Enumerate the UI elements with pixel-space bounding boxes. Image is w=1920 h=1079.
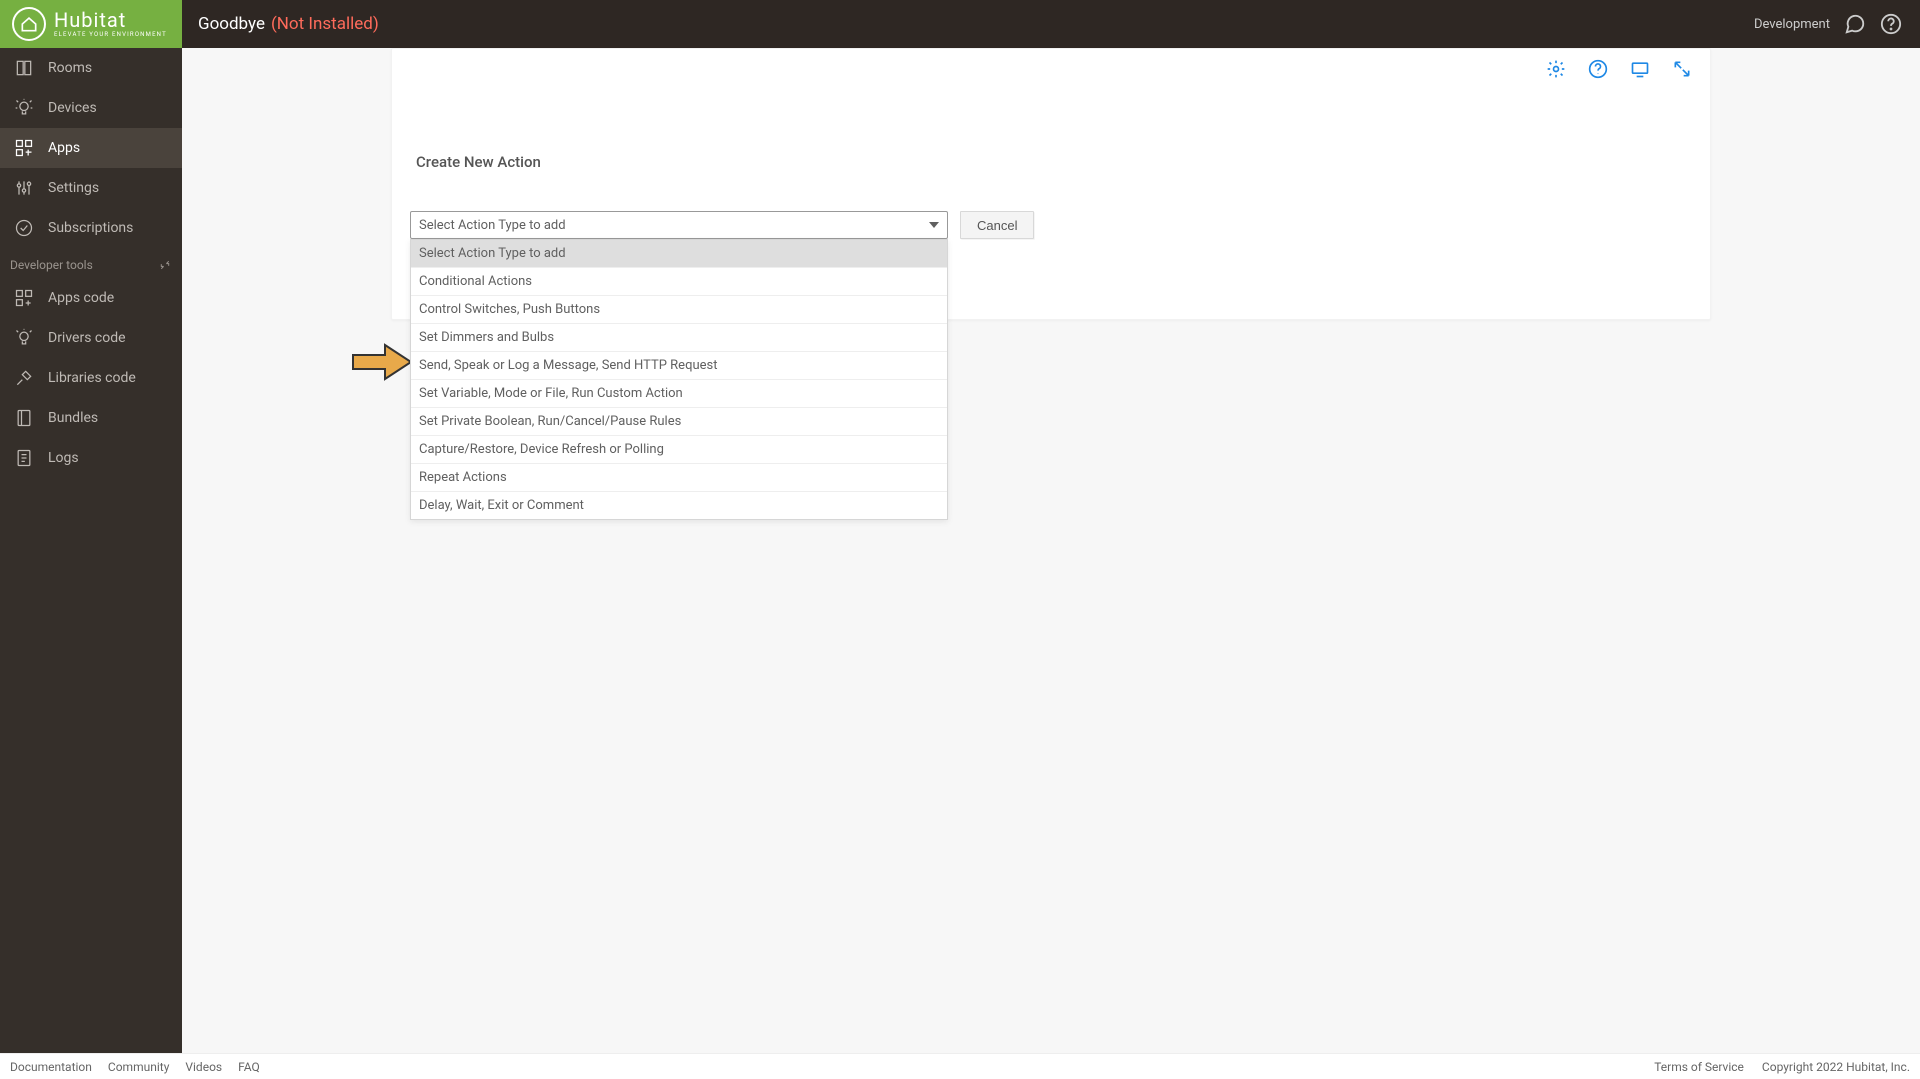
footer-link-community[interactable]: Community [108, 1060, 169, 1074]
expand-icon[interactable] [1672, 59, 1692, 83]
sidebar-item-drivers-code[interactable]: Drivers code [0, 318, 182, 358]
select-value: Select Action Type to add [419, 218, 566, 233]
select-option[interactable]: Set Variable, Mode or File, Run Custom A… [411, 380, 947, 408]
drivers-code-icon [14, 328, 34, 348]
select-option[interactable]: Capture/Restore, Device Refresh or Polli… [411, 436, 947, 464]
sidebar-item-label: Drivers code [48, 330, 126, 346]
sidebar-item-label: Libraries code [48, 370, 136, 386]
select-option[interactable]: Select Action Type to add [411, 240, 947, 268]
footer-link-videos[interactable]: Videos [185, 1060, 222, 1074]
sidebar-item-label: Subscriptions [48, 220, 133, 236]
sidebar-item-label: Logs [48, 450, 79, 466]
select-option[interactable]: Set Private Boolean, Run/Cancel/Pause Ru… [411, 408, 947, 436]
dev-tools-header[interactable]: Developer tools [0, 248, 182, 278]
sidebar-item-bundles[interactable]: Bundles [0, 398, 182, 438]
footer-terms[interactable]: Terms of Service [1654, 1060, 1744, 1074]
logo[interactable]: Hubitat ELEVATE YOUR ENVIRONMENT [0, 0, 182, 48]
sidebar-item-label: Apps [48, 140, 80, 156]
logo-sub: ELEVATE YOUR ENVIRONMENT [54, 32, 167, 38]
sliders-icon [14, 178, 34, 198]
arrow-annotation-icon [351, 341, 413, 387]
select-option[interactable]: Set Dimmers and Bulbs [411, 324, 947, 352]
dev-tools-label: Developer tools [10, 258, 93, 272]
sidebar-item-devices[interactable]: Devices [0, 88, 182, 128]
sidebar-item-apps[interactable]: Apps [0, 128, 182, 168]
sidebar-item-rooms[interactable]: Rooms [0, 48, 182, 88]
action-type-select[interactable]: Select Action Type to add Select Action … [410, 211, 948, 239]
sidebar-item-label: Devices [48, 100, 97, 116]
footer-copyright: Copyright 2022 Hubitat, Inc. [1762, 1060, 1910, 1074]
gear-icon[interactable] [1546, 59, 1566, 83]
select-option[interactable]: Repeat Actions [411, 464, 947, 492]
logo-text: Hubitat ELEVATE YOUR ENVIRONMENT [54, 10, 167, 38]
install-status: (Not Installed) [271, 14, 379, 34]
sidebar-item-label: Apps code [48, 290, 114, 306]
select-option[interactable]: Conditional Actions [411, 268, 947, 296]
select-option[interactable]: Delay, Wait, Exit or Comment [411, 492, 947, 519]
page-title: Goodbye (Not Installed) [182, 14, 379, 34]
sidebar-item-subscriptions[interactable]: Subscriptions [0, 208, 182, 248]
env-label: Development [1754, 17, 1830, 32]
logo-icon [12, 7, 46, 41]
card: Create New Action Select Action Type to … [391, 48, 1711, 320]
footer-link-faq[interactable]: FAQ [238, 1060, 260, 1074]
logo-word: Hubitat [54, 10, 167, 30]
apps-code-icon [14, 288, 34, 308]
sidebar-item-logs[interactable]: Logs [0, 438, 182, 478]
help-circle-icon[interactable] [1588, 59, 1608, 83]
main-content: Create New Action Select Action Type to … [182, 48, 1920, 1053]
page-title-text: Goodbye [198, 14, 265, 34]
footer-link-documentation[interactable]: Documentation [10, 1060, 92, 1074]
section-heading: Create New Action [416, 153, 1692, 171]
apps-icon [14, 138, 34, 158]
sidebar: Rooms Devices Apps Settings Subscription… [0, 48, 182, 1053]
select-box[interactable]: Select Action Type to add [410, 211, 948, 239]
logs-icon [14, 448, 34, 468]
select-dropdown: Select Action Type to add Conditional Ac… [410, 239, 948, 520]
sidebar-item-label: Settings [48, 180, 99, 196]
check-circle-icon [14, 218, 34, 238]
sidebar-item-label: Rooms [48, 60, 92, 76]
sidebar-item-settings[interactable]: Settings [0, 168, 182, 208]
topbar-right: Development [1754, 13, 1920, 35]
cancel-button[interactable]: Cancel [960, 211, 1034, 239]
sidebar-item-apps-code[interactable]: Apps code [0, 278, 182, 318]
sidebar-item-libraries-code[interactable]: Libraries code [0, 358, 182, 398]
sidebar-item-label: Bundles [48, 410, 98, 426]
bulb-icon [14, 98, 34, 118]
rooms-icon [14, 58, 34, 78]
collapse-icon [158, 258, 172, 272]
bundles-icon [14, 408, 34, 428]
select-option[interactable]: Control Switches, Push Buttons [411, 296, 947, 324]
tools-icon [14, 368, 34, 388]
select-option[interactable]: Send, Speak or Log a Message, Send HTTP … [411, 352, 947, 380]
topbar: Hubitat ELEVATE YOUR ENVIRONMENT Goodbye… [0, 0, 1920, 48]
screen-icon[interactable] [1630, 59, 1650, 83]
chat-icon[interactable] [1844, 13, 1866, 35]
footer: Documentation Community Videos FAQ Terms… [0, 1053, 1920, 1079]
help-icon[interactable] [1880, 13, 1902, 35]
chevron-down-icon [929, 222, 939, 228]
card-tools [1546, 59, 1692, 83]
